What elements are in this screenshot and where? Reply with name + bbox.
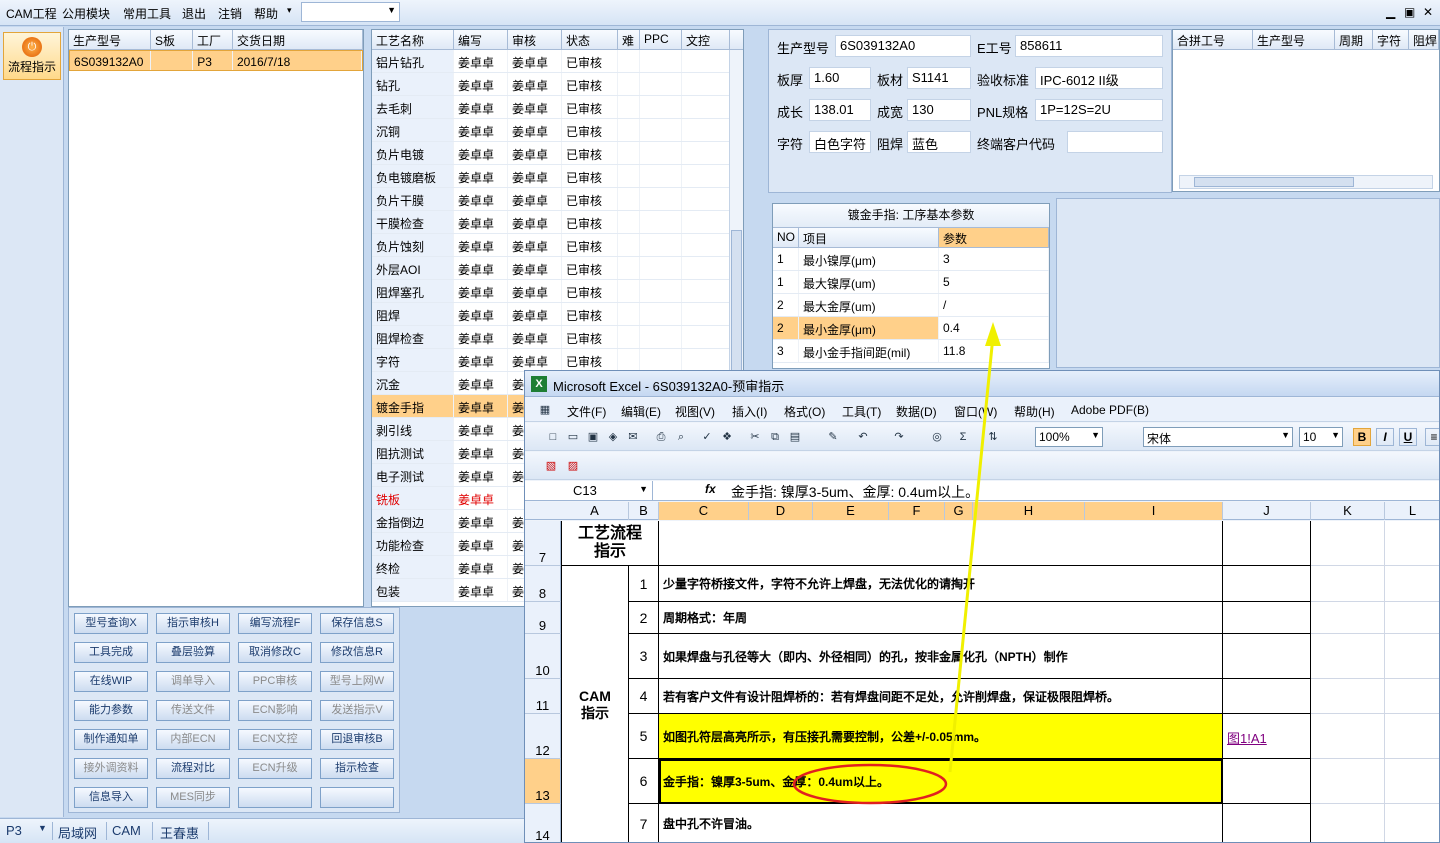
annotation-arrow-head [985,322,1001,346]
annotation-circle [792,763,948,805]
annotation-overlay [792,322,1001,805]
annotation-arrow-line [948,335,995,773]
